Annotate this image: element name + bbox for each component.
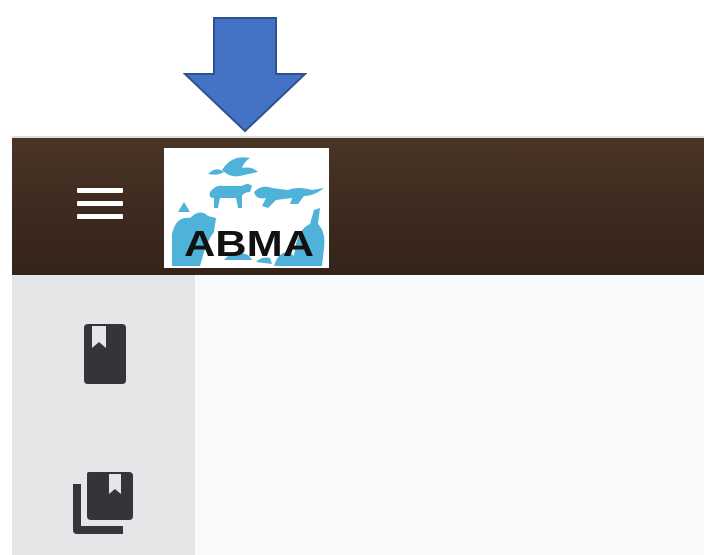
navigation-rail — [12, 275, 195, 555]
book-bookmark-icon — [84, 324, 126, 384]
rail-item-library[interactable] — [58, 459, 148, 549]
abma-logo[interactable]: ABMA — [164, 148, 329, 268]
app-header: ABMA — [12, 138, 704, 275]
screenshot-canvas: ABMA — [0, 0, 716, 555]
hamburger-menu-icon — [77, 188, 123, 219]
rail-item-book[interactable] — [58, 309, 148, 399]
main-content-area — [195, 275, 704, 555]
abma-animal-silhouettes-logo-icon: ABMA — [172, 157, 325, 266]
app-window: ABMA — [12, 136, 704, 555]
down-arrow-callout-icon — [183, 17, 307, 133]
menu-button[interactable] — [64, 174, 136, 234]
library-books-bookmark-icon — [73, 472, 133, 534]
logo-wordmark: ABMA — [184, 223, 314, 264]
